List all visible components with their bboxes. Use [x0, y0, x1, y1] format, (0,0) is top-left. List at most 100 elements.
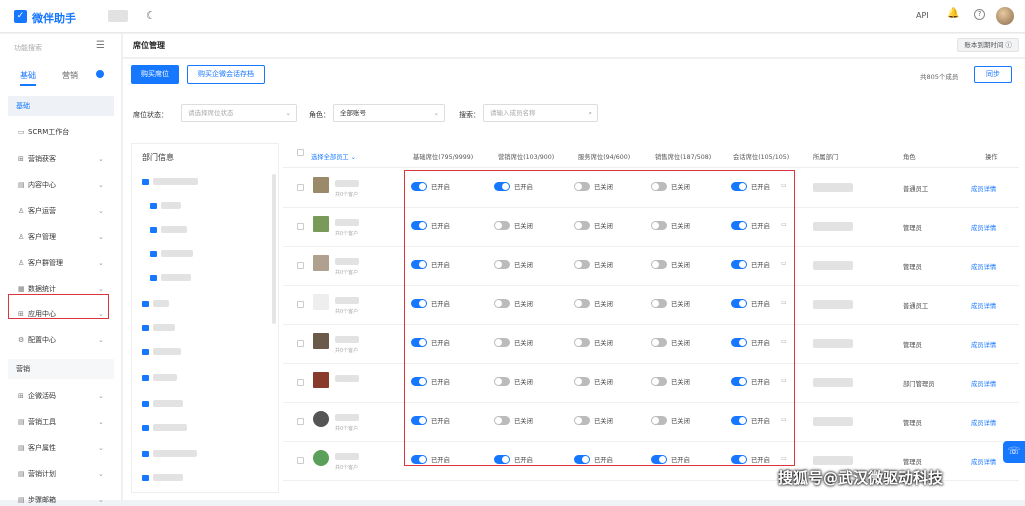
department-item[interactable] [142, 178, 198, 188]
sidebar-item[interactable]: ♙ 客户管理 [18, 231, 56, 243]
sidebar-item[interactable]: ▤ 营销计划 [18, 468, 56, 480]
header-marketing: 营销席位(103/900) [498, 154, 555, 161]
department-item[interactable] [142, 474, 183, 484]
sidebar-item[interactable]: ♙ 客户群管理 [18, 257, 63, 269]
row-checkbox[interactable] [297, 457, 304, 464]
member-detail-link[interactable]: 成员详情 [971, 301, 996, 310]
menu-icon: ▤ [18, 470, 25, 478]
menu-icon: ▤ [18, 496, 25, 504]
sidebar-item[interactable]: ▤ 步骤邮箱 [18, 494, 56, 506]
department-item[interactable] [150, 226, 187, 236]
row-checkbox[interactable] [297, 379, 304, 386]
chevron-down-icon[interactable]: ⌄ [98, 233, 104, 241]
menu-icon: ♙ [18, 259, 25, 267]
buy-storage-button[interactable]: 购买企微会话存档 [187, 65, 265, 84]
row-checkbox[interactable] [297, 418, 304, 425]
blurred-member-name [335, 336, 359, 343]
member-detail-link[interactable]: 成员详情 [971, 418, 996, 427]
department-item[interactable] [142, 300, 169, 310]
blurred-department-name [153, 300, 169, 307]
sidebar-item-label: 客户群管理 [28, 259, 63, 267]
department-item[interactable] [150, 250, 193, 260]
sidebar-search-input[interactable]: 功能搜索 [14, 43, 42, 53]
sidebar-item[interactable]: ▤ 营销工具 [18, 416, 56, 428]
sidebar-item[interactable]: ▤ 客户属性 [18, 442, 56, 454]
blurred-department [813, 183, 853, 192]
section-basic: 基础 [8, 96, 114, 116]
status-select[interactable]: 请选择席位状态 ⌄ [181, 104, 297, 122]
member-detail-link[interactable]: 成员详情 [971, 457, 996, 466]
member-detail-link[interactable]: 成员详情 [971, 379, 996, 388]
support-icon[interactable]: ☏ [1003, 441, 1025, 463]
folder-icon [142, 324, 149, 331]
avatar[interactable] [996, 7, 1014, 25]
department-item[interactable] [142, 324, 175, 334]
member-customer-count: 共0个客户 [335, 465, 359, 471]
chevron-down-icon[interactable]: ⌄ [98, 470, 104, 478]
settings-dot-icon[interactable] [96, 70, 104, 78]
row-checkbox[interactable] [297, 340, 304, 347]
chevron-down-icon[interactable]: ⌄ [98, 418, 104, 426]
menu-collapse-icon[interactable]: ☰ [96, 40, 105, 51]
member-detail-link[interactable]: 成员详情 [971, 262, 996, 271]
select-all-checkbox[interactable] [297, 149, 304, 156]
department-item[interactable] [142, 400, 183, 410]
row-checkbox[interactable] [297, 184, 304, 191]
department-item[interactable] [150, 202, 181, 212]
header-sales: 销售席位(187/508) [655, 154, 712, 161]
chevron-down-icon[interactable]: ⌄ [98, 181, 104, 189]
member-detail-link[interactable]: 成员详情 [971, 223, 996, 232]
chevron-down-icon[interactable]: ⌄ [98, 259, 104, 267]
member-search-input[interactable]: 请输入成员名称 ⌕ [483, 104, 598, 122]
row-checkbox[interactable] [297, 223, 304, 230]
department-item[interactable] [142, 348, 181, 358]
department-item[interactable] [142, 450, 197, 460]
sidebar-item[interactable]: ⊞ 营销获客 [18, 153, 56, 165]
tab-marketing[interactable]: 营销 [62, 70, 78, 81]
chevron-down-icon[interactable]: ⌄ [98, 336, 104, 344]
role-select[interactable]: 全部账号 ⌄ [333, 104, 445, 122]
chevron-down-icon[interactable]: ⌄ [98, 155, 104, 163]
member-detail-link[interactable]: 成员详情 [971, 340, 996, 349]
chevron-down-icon[interactable]: ⌄ [98, 444, 104, 452]
blurred-department-name [161, 274, 191, 281]
sidebar-item[interactable]: ▤ 内容中心 [18, 179, 56, 191]
department-scrollbar[interactable] [272, 174, 276, 324]
department-item[interactable] [142, 374, 177, 384]
chevron-down-icon[interactable]: ⌄ [98, 207, 104, 215]
sidebar-item-label: 配置中心 [28, 336, 56, 344]
chevron-down-icon[interactable]: ⌄ [98, 392, 104, 400]
chevron-down-icon[interactable]: ⌄ [98, 496, 104, 504]
theme-toggle-icon[interactable]: ☾ [146, 9, 156, 22]
menu-icon: ♙ [18, 207, 25, 215]
sidebar-item[interactable]: ⊞ 企微活码 [18, 390, 56, 402]
app-name: 微伴助手 [32, 12, 76, 25]
folder-icon [142, 424, 149, 431]
avatar [313, 216, 329, 232]
member-detail-link[interactable]: 成员详情 [971, 184, 996, 193]
sidebar-item[interactable]: ▭ SCRM工作台 [18, 126, 69, 138]
chevron-down-icon[interactable]: ⌄ [98, 285, 104, 293]
tab-basic[interactable]: 基础 [20, 70, 36, 86]
folder-icon [142, 400, 149, 407]
sidebar-item-label: 客户运营 [28, 207, 56, 215]
row-checkbox[interactable] [297, 301, 304, 308]
department-item[interactable] [150, 274, 191, 284]
sidebar-item[interactable]: ♙ 客户运营 [18, 205, 56, 217]
api-link[interactable]: API [916, 11, 929, 20]
sync-button[interactable]: 同步 [974, 66, 1012, 83]
expire-time-button[interactable]: 账本到期时间 ⓘ [957, 38, 1019, 52]
member-role: 管理员 [903, 225, 922, 232]
buy-seat-button[interactable]: 购买席位 [131, 65, 179, 84]
row-checkbox[interactable] [297, 262, 304, 269]
blurred-department-name [161, 226, 187, 233]
bell-icon[interactable]: 🔔 [947, 8, 959, 19]
select-all-dropdown[interactable]: 选择全部员工 ⌄ [311, 152, 356, 161]
sidebar-item[interactable]: ⚙ 配置中心 [18, 334, 56, 346]
help-icon[interactable]: ? [974, 9, 985, 20]
chevron-down-icon: ⌄ [433, 109, 439, 117]
member-customer-count: 共0个客户 [335, 270, 359, 276]
folder-icon [142, 348, 149, 355]
avatar [313, 333, 329, 349]
department-item[interactable] [142, 424, 187, 434]
